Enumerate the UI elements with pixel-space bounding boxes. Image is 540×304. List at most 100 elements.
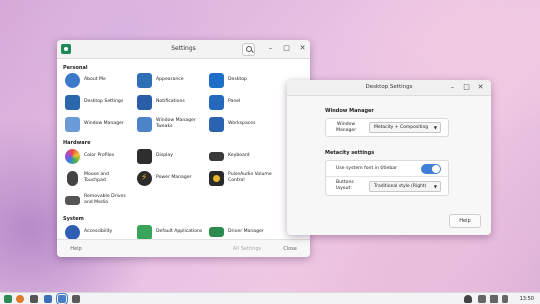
ds-help-button[interactable]: Help bbox=[449, 214, 481, 228]
color-profiles-label: Color Profiles bbox=[84, 153, 115, 159]
removable-drives-icon bbox=[65, 195, 80, 205]
all-settings-button[interactable]: All Settings bbox=[227, 243, 267, 255]
buttons-label-line1: Buttons bbox=[336, 180, 354, 185]
workspaces-icon bbox=[209, 116, 224, 132]
metacity-panel: Use system font in titlebar Buttons layo… bbox=[325, 160, 449, 196]
wm-label: Window Manager bbox=[336, 122, 356, 133]
wm-label-line2: Manager bbox=[336, 127, 357, 133]
item-desktop[interactable]: Desktop bbox=[209, 71, 247, 89]
item-power-manager[interactable]: ⚡ Power Manager bbox=[137, 169, 192, 187]
item-color-profiles[interactable]: Color Profiles bbox=[65, 147, 114, 165]
desktop-settings-window: Desktop Settings – □ ✕ Window Manager Wi… bbox=[287, 80, 491, 235]
item-about-me[interactable]: About Me bbox=[65, 71, 106, 89]
wm-tweaks-icon bbox=[137, 116, 152, 132]
item-workspaces[interactable]: Workspaces bbox=[209, 115, 256, 133]
minimize-icon[interactable]: – bbox=[265, 43, 276, 54]
item-pulseaudio[interactable]: PulseAudio Volume Control bbox=[209, 169, 272, 187]
wm-label-line1: Window bbox=[337, 122, 356, 127]
bell-icon[interactable] bbox=[464, 295, 472, 303]
item-keyboard[interactable]: Keyboard bbox=[209, 147, 250, 165]
help-button[interactable]: Help bbox=[63, 243, 89, 255]
panel-icon bbox=[209, 94, 224, 110]
ds-close-icon[interactable]: ✕ bbox=[475, 82, 486, 93]
item-removable-drives[interactable]: Removable Drives and Media bbox=[65, 191, 126, 209]
pulseaudio-icon bbox=[209, 170, 224, 186]
desktop-settings-titlebar[interactable]: Desktop Settings – □ ✕ bbox=[287, 80, 491, 96]
workspaces-label: Workspaces bbox=[228, 121, 256, 127]
network-icon[interactable] bbox=[478, 295, 486, 303]
files-icon[interactable] bbox=[44, 295, 52, 303]
buttons-label-line2: layout: bbox=[336, 185, 352, 191]
system-font-label: Use system font in titlebar bbox=[336, 166, 397, 171]
section-hardware: Hardware bbox=[63, 140, 91, 146]
color-profiles-icon bbox=[65, 148, 80, 164]
chevron-down-icon: ▼ bbox=[433, 184, 437, 189]
item-default-apps[interactable]: Default Applications bbox=[137, 223, 202, 239]
pulseaudio-label-line2: Control bbox=[228, 178, 245, 183]
ds-maximize-icon[interactable]: □ bbox=[461, 82, 472, 93]
desktop-icon bbox=[209, 72, 224, 88]
driver-manager-icon bbox=[209, 227, 224, 237]
settings-content: Personal About Me Appearance Desktop Des… bbox=[57, 59, 310, 239]
wm-combo-value: Metacity + Compositing bbox=[374, 125, 429, 130]
browser-icon[interactable] bbox=[16, 295, 24, 303]
wm-tweaks-label-line2: Tweaks bbox=[156, 124, 173, 129]
wm-panel: Window Manager Metacity + Compositing ▼ bbox=[325, 118, 449, 137]
accessibility-label: Accessibility bbox=[84, 229, 113, 235]
appearance-icon bbox=[137, 72, 152, 88]
removable-label-line1: Removable Drives bbox=[84, 194, 126, 200]
start-menu-icon[interactable] bbox=[4, 295, 12, 303]
item-window-manager[interactable]: Window Manager bbox=[65, 115, 124, 133]
desktop-settings-taskbar-icon[interactable] bbox=[72, 295, 80, 303]
metacity-divider bbox=[326, 176, 448, 177]
metacity-heading: Metacity settings bbox=[325, 150, 375, 156]
item-display[interactable]: Display bbox=[137, 147, 173, 165]
about-me-label: About Me bbox=[84, 77, 106, 83]
keyboard-label: Keyboard bbox=[228, 153, 250, 159]
settings-titlebar[interactable]: Settings – □ ✕ bbox=[57, 40, 310, 59]
close-button[interactable]: Close bbox=[275, 243, 305, 255]
system-font-toggle[interactable] bbox=[421, 164, 441, 174]
item-mouse[interactable]: Mouse and Touchpad bbox=[65, 169, 109, 187]
pulseaudio-label-line1: PulseAudio Volume bbox=[228, 172, 272, 178]
pulseaudio-label: PulseAudio Volume Control bbox=[228, 172, 272, 183]
buttons-layout-label: Buttons layout: bbox=[336, 180, 354, 191]
item-notifications[interactable]: Notifications bbox=[137, 93, 185, 111]
item-desktop-settings[interactable]: Desktop Settings bbox=[65, 93, 123, 111]
terminal-icon[interactable] bbox=[30, 295, 38, 303]
settings-taskbar-icon[interactable] bbox=[56, 293, 68, 304]
close-icon[interactable]: ✕ bbox=[297, 43, 308, 54]
desktop-settings-label: Desktop Settings bbox=[84, 99, 124, 105]
desktop-label: Desktop bbox=[228, 77, 247, 83]
settings-footer: Help All Settings Close bbox=[57, 239, 310, 257]
battery-icon[interactable] bbox=[502, 295, 508, 303]
keyboard-icon bbox=[209, 151, 224, 161]
item-driver-manager[interactable]: Driver Manager bbox=[209, 223, 264, 239]
about-me-icon bbox=[65, 72, 80, 88]
item-wm-tweaks[interactable]: Window Manager Tweaks bbox=[137, 115, 196, 133]
buttons-layout-value: Traditional style (Right) bbox=[374, 184, 427, 189]
search-icon[interactable] bbox=[242, 43, 255, 56]
mouse-label-line1: Mouse and bbox=[84, 172, 110, 178]
maximize-icon[interactable]: □ bbox=[281, 43, 292, 54]
display-icon bbox=[137, 148, 152, 164]
item-panel[interactable]: Panel bbox=[209, 93, 240, 111]
ds-minimize-icon[interactable]: – bbox=[447, 82, 458, 93]
display-label: Display bbox=[156, 153, 173, 159]
wm-heading: Window Manager bbox=[325, 108, 374, 114]
desktop-settings-icon bbox=[65, 94, 80, 110]
clock[interactable]: 13:50 bbox=[520, 295, 534, 303]
mouse-label-line2: Touchpad bbox=[84, 178, 106, 183]
power-manager-label: Power Manager bbox=[156, 175, 192, 181]
section-system: System bbox=[63, 216, 84, 222]
accessibility-icon bbox=[65, 224, 80, 239]
panel-label: Panel bbox=[228, 99, 241, 105]
wm-combo[interactable]: Metacity + Compositing ▼ bbox=[369, 122, 441, 133]
wm-tweaks-label-line1: Window Manager bbox=[156, 118, 196, 124]
volume-icon[interactable] bbox=[490, 295, 498, 303]
notifications-label: Notifications bbox=[156, 99, 185, 105]
item-appearance[interactable]: Appearance bbox=[137, 71, 184, 89]
item-accessibility[interactable]: Accessibility bbox=[65, 223, 112, 239]
buttons-layout-combo[interactable]: Traditional style (Right) ▼ bbox=[369, 181, 441, 192]
mouse-icon bbox=[67, 170, 78, 186]
